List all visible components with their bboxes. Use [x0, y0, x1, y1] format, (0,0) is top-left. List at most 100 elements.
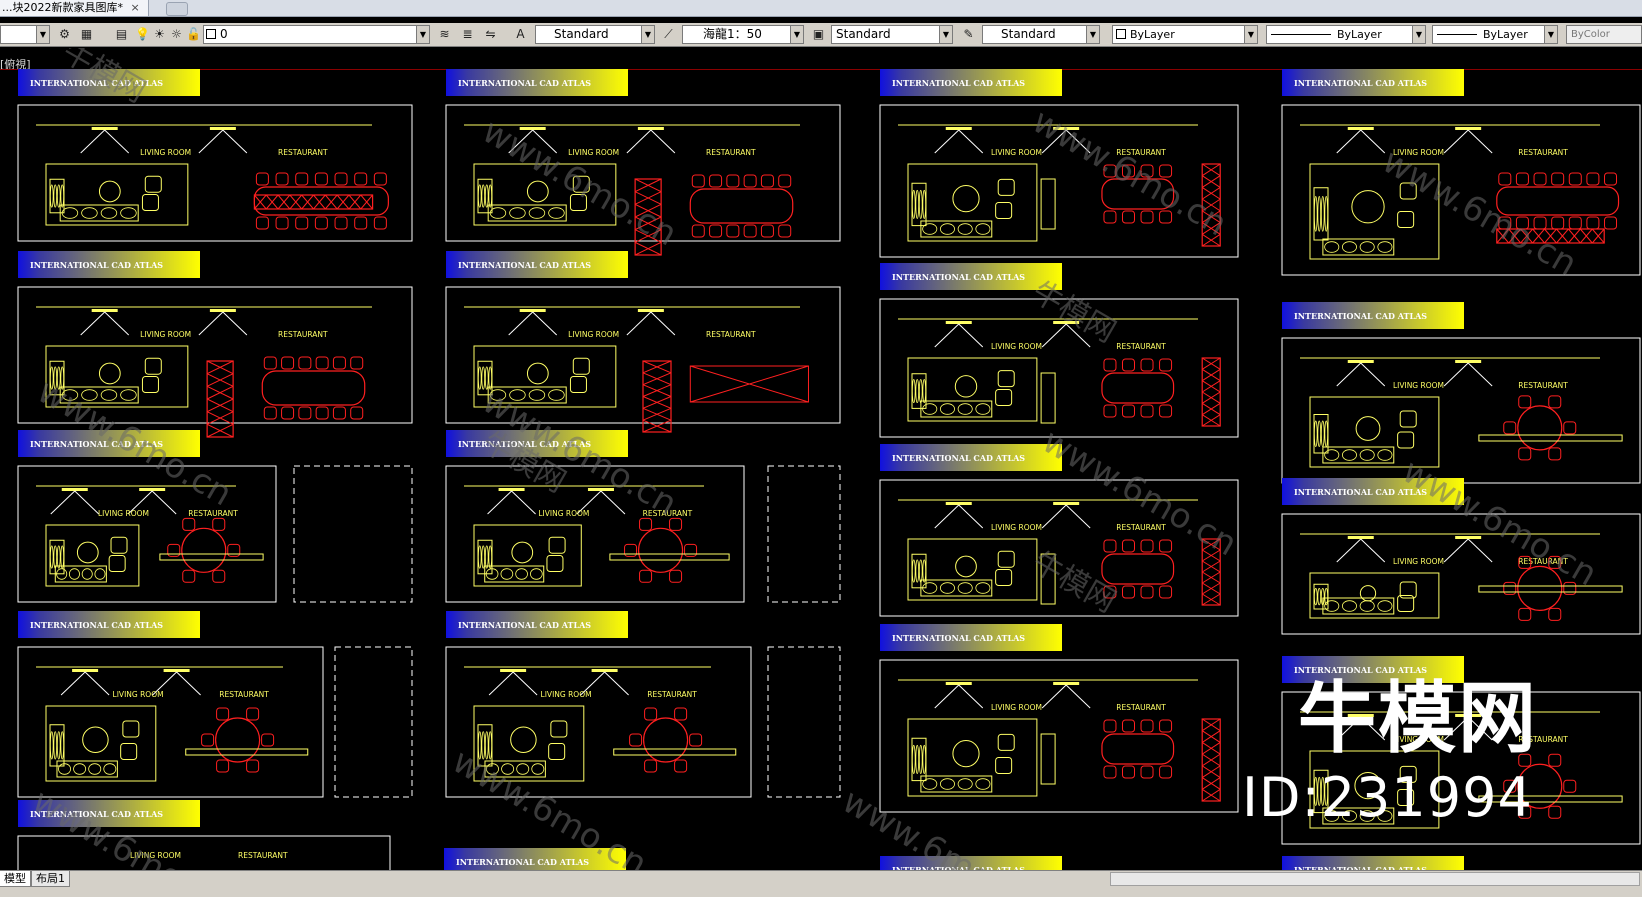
dim-style-icon[interactable]: ⟋	[660, 26, 677, 43]
layer-states-icon[interactable]: ▤	[113, 26, 130, 43]
workspace-dropdown[interactable]: ▼	[0, 25, 50, 44]
chair	[144, 357, 162, 375]
text-style-icon[interactable]: A	[512, 26, 529, 43]
brand-watermark: 牛模网	[1026, 275, 1121, 350]
lamp-ray	[958, 129, 984, 154]
dim-style-dropdown[interactable]: Standard ▼	[831, 25, 953, 44]
lightbulb-icon[interactable]: 💡	[134, 26, 151, 43]
multileader-style-dropdown[interactable]: Standard ▼	[982, 25, 1100, 44]
sofa-cushion	[915, 379, 920, 404]
make-current-icon[interactable]: ≋	[436, 26, 453, 43]
dining-table	[261, 370, 366, 406]
lamp-ray	[80, 129, 106, 154]
ceiling-lamp	[945, 502, 972, 505]
sofa-cushion	[1317, 196, 1322, 232]
chair	[644, 707, 658, 721]
dim-scale-value: 海龍1：50	[703, 27, 762, 41]
color-swatch	[1116, 29, 1126, 39]
lamp-ray	[198, 311, 224, 336]
linetype-dropdown[interactable]: ByLayer ▼	[1266, 25, 1426, 44]
chair	[1140, 539, 1154, 553]
lamp-ray	[1065, 684, 1091, 709]
chair	[1551, 172, 1565, 186]
chair	[275, 216, 289, 230]
sofa-cushion	[548, 207, 565, 219]
cabinet	[613, 748, 737, 756]
chair	[1103, 358, 1117, 372]
sofa-cushion	[484, 545, 489, 569]
coffee-table	[954, 375, 978, 398]
chair	[354, 172, 368, 186]
chair	[995, 389, 1013, 406]
dining-table	[1101, 372, 1175, 404]
text-style-dropdown[interactable]: Standard ▼	[535, 25, 655, 44]
sofa-cushion	[531, 763, 545, 775]
lock-icon[interactable]: 🔓	[185, 26, 202, 43]
sofa-cushion	[975, 778, 991, 790]
layout-tab[interactable]: 布局1	[31, 871, 70, 887]
coffee-table	[1351, 190, 1385, 224]
sofa-cushion	[915, 559, 920, 583]
gear-icon[interactable]: ⚙	[56, 26, 73, 43]
ceiling-lamp	[945, 127, 972, 130]
sofa-cushion	[477, 545, 482, 569]
model-tab[interactable]: 模型	[0, 871, 31, 887]
freeze-icon[interactable]: ☼	[168, 26, 185, 43]
chair	[295, 172, 309, 186]
sun-icon[interactable]: ☀	[151, 26, 168, 43]
chair	[350, 406, 364, 420]
panel-header-text: INTERNATIONAL CAD ATLAS	[892, 272, 1025, 282]
close-tab-icon[interactable]: ×	[130, 1, 139, 14]
lamp-ray	[1360, 362, 1386, 387]
sofa-cushion	[939, 223, 955, 235]
watermark-id: ID:231994	[1242, 766, 1533, 829]
chair	[182, 569, 196, 583]
living-room-label: LIVING ROOM	[541, 690, 592, 699]
sofa-cushion	[922, 379, 927, 404]
plot-style-dropdown[interactable]: ByColor	[1566, 25, 1642, 44]
chair	[212, 569, 226, 583]
living-room-label: LIVING ROOM	[991, 523, 1042, 532]
sofa-cushion	[918, 744, 923, 774]
dim-scale-dropdown[interactable]: 海龍1：50 ▼	[682, 25, 804, 44]
previous-layer-icon[interactable]: ⇋	[482, 26, 499, 43]
living-room-label: LIVING ROOM	[1393, 557, 1444, 566]
chair	[997, 550, 1015, 568]
restaurant-label: RESTAURANT	[706, 330, 756, 339]
ceiling-lamp	[1347, 536, 1374, 539]
chair	[1551, 216, 1565, 230]
lamp-ray	[84, 671, 110, 696]
living-room-label: LIVING ROOM	[98, 509, 149, 518]
chair	[212, 517, 226, 531]
ceiling-lamp	[209, 309, 236, 312]
dashed-frame	[334, 646, 413, 798]
coffee-table	[526, 362, 549, 385]
lineweight-dropdown[interactable]: ByLayer ▼	[1432, 25, 1558, 44]
chair	[255, 172, 269, 186]
chair	[1159, 539, 1173, 553]
layer-dropdown[interactable]: 0 ▼	[203, 25, 430, 44]
chair	[743, 174, 757, 188]
chair	[1518, 395, 1532, 409]
multileader-style-icon[interactable]: ✎	[960, 26, 977, 43]
chair	[334, 172, 348, 186]
lamp-ray	[1443, 362, 1469, 387]
ceiling-lamp	[1455, 127, 1482, 130]
lamp-ray	[958, 684, 984, 709]
round-table	[1517, 405, 1563, 451]
document-tab[interactable]: ...块2022新款家具图库* ×	[0, 0, 149, 17]
properties-toolbar: ▼ ⚙ ▦ ▤ 💡 ☀ ☼ 🔓 0 ▼ ≋ ≣ ⇋ A Standard ▼ ⟋ 海…	[0, 23, 1642, 47]
horizontal-scrollbar[interactable]	[1110, 872, 1640, 886]
new-tab-button[interactable]	[166, 2, 188, 16]
sofa-cushion	[484, 366, 489, 390]
layer-manager-icon[interactable]: ▦	[78, 26, 95, 43]
chevron-down-icon: ▼	[1086, 26, 1099, 43]
color-dropdown[interactable]: ByLayer ▼	[1112, 25, 1258, 44]
chair	[1568, 216, 1582, 230]
ceiling-lamp	[1053, 682, 1080, 685]
table-style-icon[interactable]: ▣	[810, 26, 827, 43]
lamp-ray	[151, 490, 177, 515]
linetype-value: ByLayer	[1337, 28, 1382, 41]
match-layer-icon[interactable]: ≣	[459, 26, 476, 43]
dim-style-value: Standard	[836, 27, 891, 41]
